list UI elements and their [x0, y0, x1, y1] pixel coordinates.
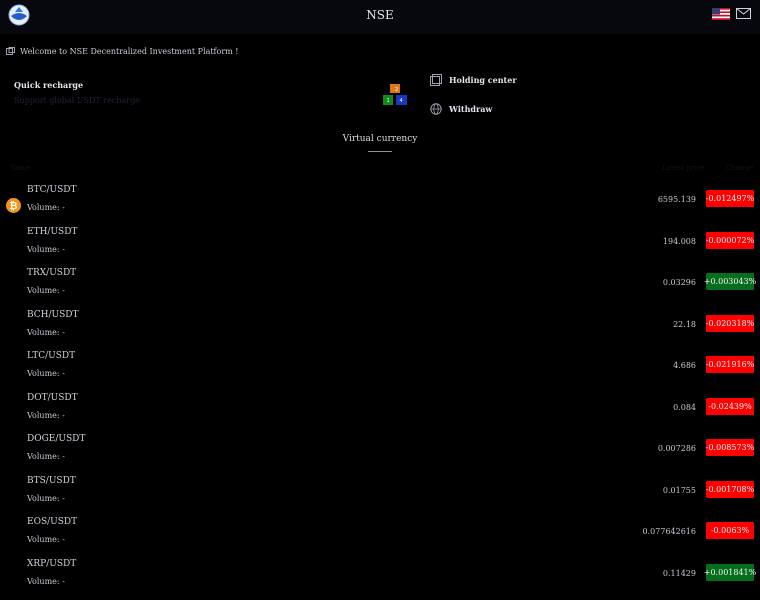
change-badge[interactable]: -0.012497%: [706, 190, 754, 207]
change-badge[interactable]: +0.001841%: [704, 563, 756, 581]
welcome-notice: Welcome to NSE Decentralized Investment …: [6, 47, 239, 56]
pair-price: 0.007286: [657, 444, 696, 453]
market-row[interactable]: BCH/USDT Volume: - 22.18 -0.020318%: [0, 310, 760, 351]
holding-center-link[interactable]: Holding center: [430, 74, 517, 86]
pair-price: 6595.139: [657, 195, 696, 204]
top-bar: NSE: [0, 0, 760, 34]
market-row[interactable]: ₿ BTC/USDT Volume: - 6595.139 -0.012497%: [0, 185, 760, 226]
tab-virtual-currency[interactable]: Virtual currency: [0, 134, 760, 144]
change-badge[interactable]: -0.021916%: [706, 356, 754, 373]
pair-name: XRP/USDT: [27, 558, 77, 569]
pair-name: EOS/USDT: [27, 517, 78, 527]
header-price: Latest price: [662, 164, 705, 172]
pair-name: TRX/USDT: [27, 268, 77, 278]
pair-volume: Volume: -: [27, 369, 65, 378]
pair-name: ETH/USDT: [27, 226, 78, 237]
change-badge[interactable]: +0.003043%: [704, 273, 756, 290]
market-row[interactable]: LTC/USDT Volume: - 4.686 -0.021916%: [0, 351, 760, 392]
welcome-text: Welcome to NSE Decentralized Investment …: [20, 47, 239, 56]
market-row[interactable]: TRX/USDT Volume: - 0.03296 +0.003043%: [0, 268, 760, 309]
change-badge[interactable]: -0.000072%: [706, 231, 754, 249]
pair-name: LTC/USDT: [27, 351, 76, 361]
pair-volume: Volume: -: [27, 452, 65, 461]
market-row[interactable]: XRP/USDT Volume: - 0.11429 +0.001841%: [0, 559, 760, 600]
bitcoin-icon: ₿: [6, 198, 21, 213]
us-flag-icon[interactable]: [712, 8, 730, 20]
withdraw-link[interactable]: Withdraw: [430, 103, 492, 115]
withdraw-label: Withdraw: [449, 104, 493, 114]
tab-active-indicator: [368, 151, 392, 152]
market-row[interactable]: DOGE/USDT Volume: - 0.007286 -0.008573%: [0, 434, 760, 475]
pair-price: 0.01755: [662, 485, 696, 495]
quick-recharge-card[interactable]: Quick recharge Support global USDT recha…: [14, 80, 140, 105]
header-change: Change: [726, 164, 754, 172]
change-badge[interactable]: -0.008573%: [706, 439, 754, 456]
market-row[interactable]: DOT/USDT Volume: - 0.084 -0.02439%: [0, 393, 760, 434]
change-badge[interactable]: -0.02439%: [706, 397, 754, 415]
change-badge[interactable]: -0.0063%: [706, 522, 754, 539]
pair-volume: Volume: -: [27, 203, 65, 212]
market-row[interactable]: ETH/USDT Volume: - 194.008 -0.000072%: [0, 227, 760, 268]
pair-volume: Volume: -: [27, 244, 65, 254]
market-row[interactable]: EOS/USDT Volume: - 0.077642616 -0.0063%: [0, 517, 760, 558]
app-title: NSE: [366, 8, 394, 22]
pair-name: DOT/USDT: [27, 392, 78, 403]
pair-volume: Volume: -: [27, 493, 65, 503]
pair-name: DOGE/USDT: [27, 434, 86, 444]
change-badge[interactable]: -0.020318%: [706, 314, 754, 332]
change-badge[interactable]: -0.001708%: [706, 480, 754, 498]
holding-center-label: Holding center: [449, 75, 517, 85]
quick-recharge-title: Quick recharge: [14, 80, 84, 90]
svg-text:₿: ₿: [9, 200, 17, 212]
pair-volume: Volume: -: [27, 327, 65, 337]
pair-volume: Volume: -: [27, 576, 65, 586]
pair-price: 0.077642616: [642, 527, 696, 536]
pair-price: 4.686: [673, 361, 696, 370]
market-row[interactable]: BTS/USDT Volume: - 0.01755 -0.001708%: [0, 476, 760, 517]
svg-text:1: 1: [387, 98, 390, 104]
tab-virtual-currency-label: Virtual currency: [342, 134, 418, 144]
pair-volume: Volume: -: [27, 535, 65, 544]
pair-name: BTC/USDT: [27, 185, 77, 195]
svg-text:4: 4: [400, 98, 403, 104]
pair-price: 0.03296: [662, 278, 696, 287]
header-name: Name: [10, 164, 32, 172]
pair-name: BTS/USDT: [27, 475, 76, 486]
recharge-blocks-icon[interactable]: 2 1 4: [383, 84, 409, 106]
pair-price: 22.18: [673, 319, 696, 329]
pair-name: BCH/USDT: [27, 309, 79, 320]
pair-price: 0.084: [673, 402, 696, 412]
notice-icon: [6, 47, 15, 55]
pair-price: 194.008: [662, 236, 696, 246]
globe-icon: [430, 103, 442, 115]
holding-center-icon: [430, 74, 442, 86]
pair-volume: Volume: -: [27, 286, 65, 295]
table-header: Name Latest price Change: [0, 164, 760, 174]
mail-icon[interactable]: [736, 8, 751, 19]
pair-volume: Volume: -: [27, 410, 65, 420]
svg-text:2: 2: [395, 87, 398, 93]
pair-price: 0.11429: [662, 568, 696, 578]
quick-recharge-subtitle: Support global USDT recharge: [14, 96, 140, 105]
